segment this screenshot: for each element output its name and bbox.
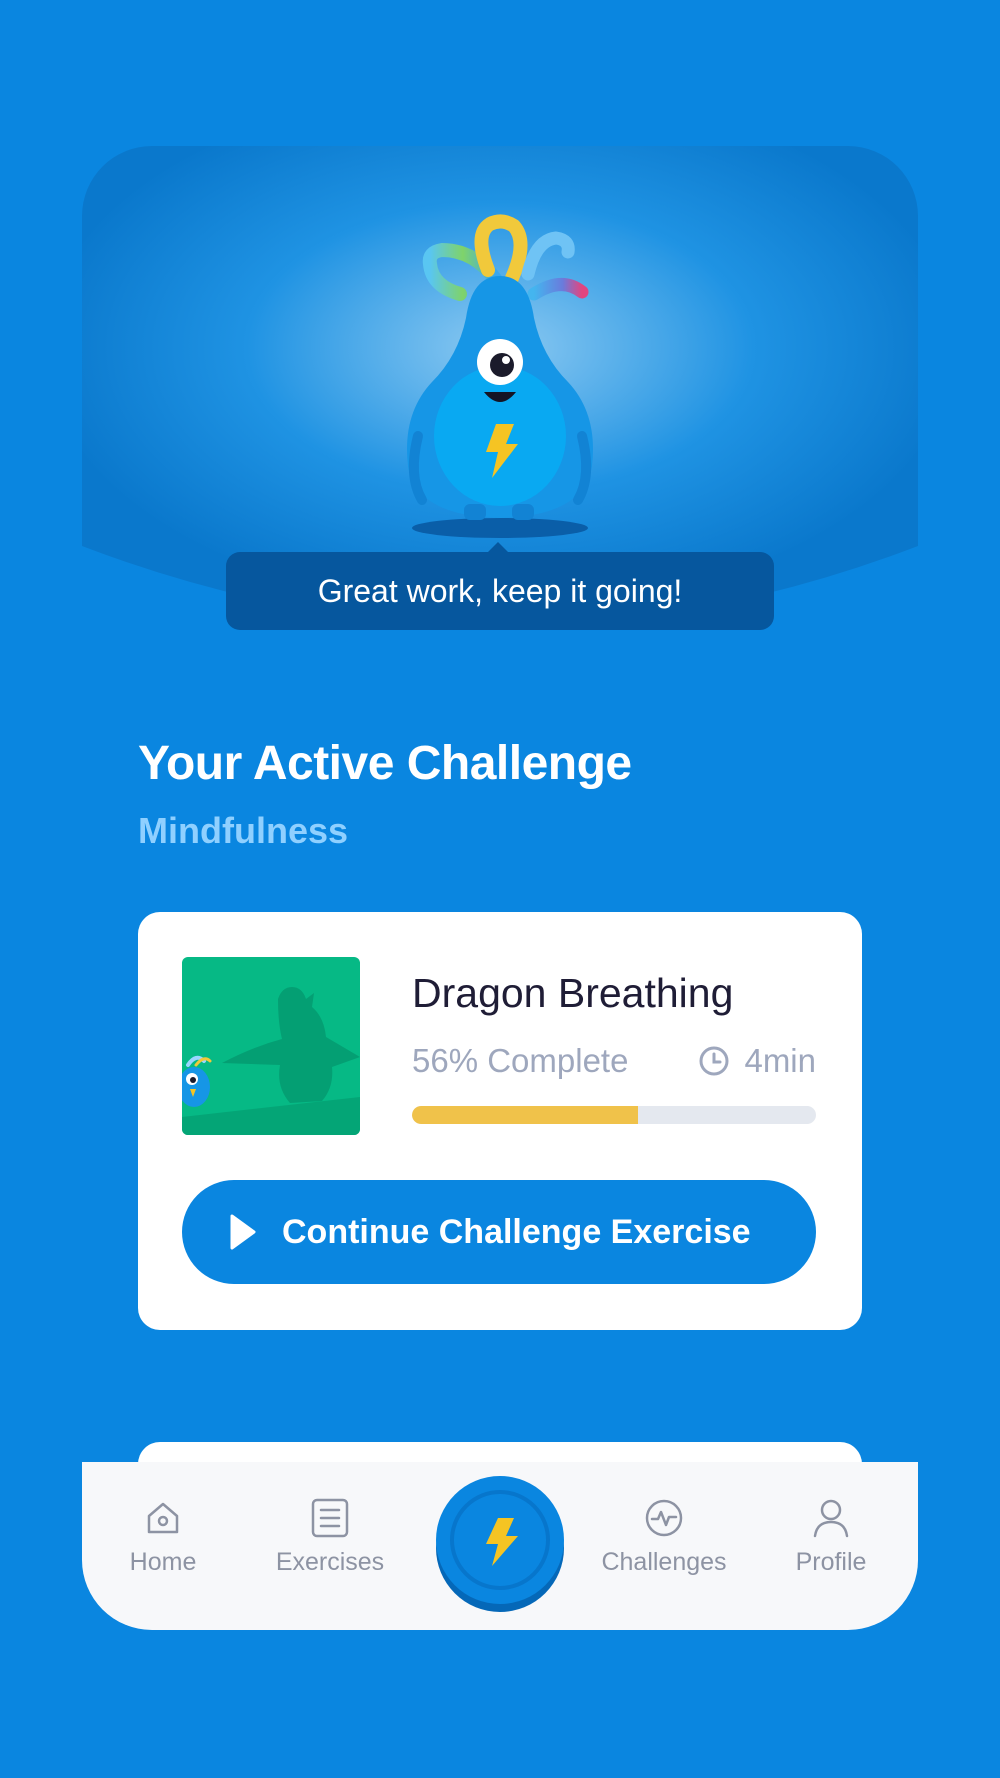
nav-home-label: Home [129, 1548, 197, 1576]
play-icon [230, 1214, 256, 1250]
speech-bubble: Great work, keep it going! [226, 552, 774, 630]
active-challenge-card[interactable]: Dragon Breathing 56% Complete 4min Conti… [138, 912, 862, 1330]
nav-exercises-label: Exercises [275, 1548, 385, 1576]
nav-profile-label: Profile [795, 1548, 867, 1576]
nav-challenges-label: Challenges [601, 1548, 727, 1576]
continue-exercise-button[interactable]: Continue Challenge Exercise [182, 1180, 816, 1284]
duration: 4min [698, 1042, 816, 1080]
mascot-hero: Great work, keep it going! [82, 146, 918, 826]
progress-label: 56% Complete [412, 1042, 629, 1079]
mascot-illustration [82, 146, 918, 626]
nav-profile[interactable]: Profile [756, 1498, 906, 1577]
activity-icon [645, 1499, 683, 1537]
home-icon [147, 1502, 179, 1534]
nav-home[interactable]: Home [88, 1498, 238, 1577]
progress-bar [412, 1106, 816, 1124]
progress-bar-fill [412, 1106, 639, 1124]
app-screen: Great work, keep it going! Your Active C… [82, 146, 918, 1630]
exercise-title: Dragon Breathing [412, 970, 734, 1016]
user-icon [813, 1499, 849, 1538]
challenge-category: Mindfulness [138, 810, 349, 851]
nav-challenges[interactable]: Challenges [589, 1498, 739, 1577]
dragon-shadow-image [182, 987, 360, 1135]
section-title: Your Active Challenge [138, 737, 632, 790]
list-icon [311, 1498, 349, 1538]
duration-label: 4min [744, 1042, 816, 1079]
lightning-icon [436, 1476, 564, 1612]
continue-exercise-label: Continue Challenge Exercise [282, 1212, 751, 1251]
exercise-thumbnail [182, 957, 360, 1135]
quick-action-button[interactable] [434, 1474, 566, 1616]
nav-exercises[interactable]: Exercises [255, 1498, 405, 1577]
clock-icon [699, 1046, 729, 1076]
